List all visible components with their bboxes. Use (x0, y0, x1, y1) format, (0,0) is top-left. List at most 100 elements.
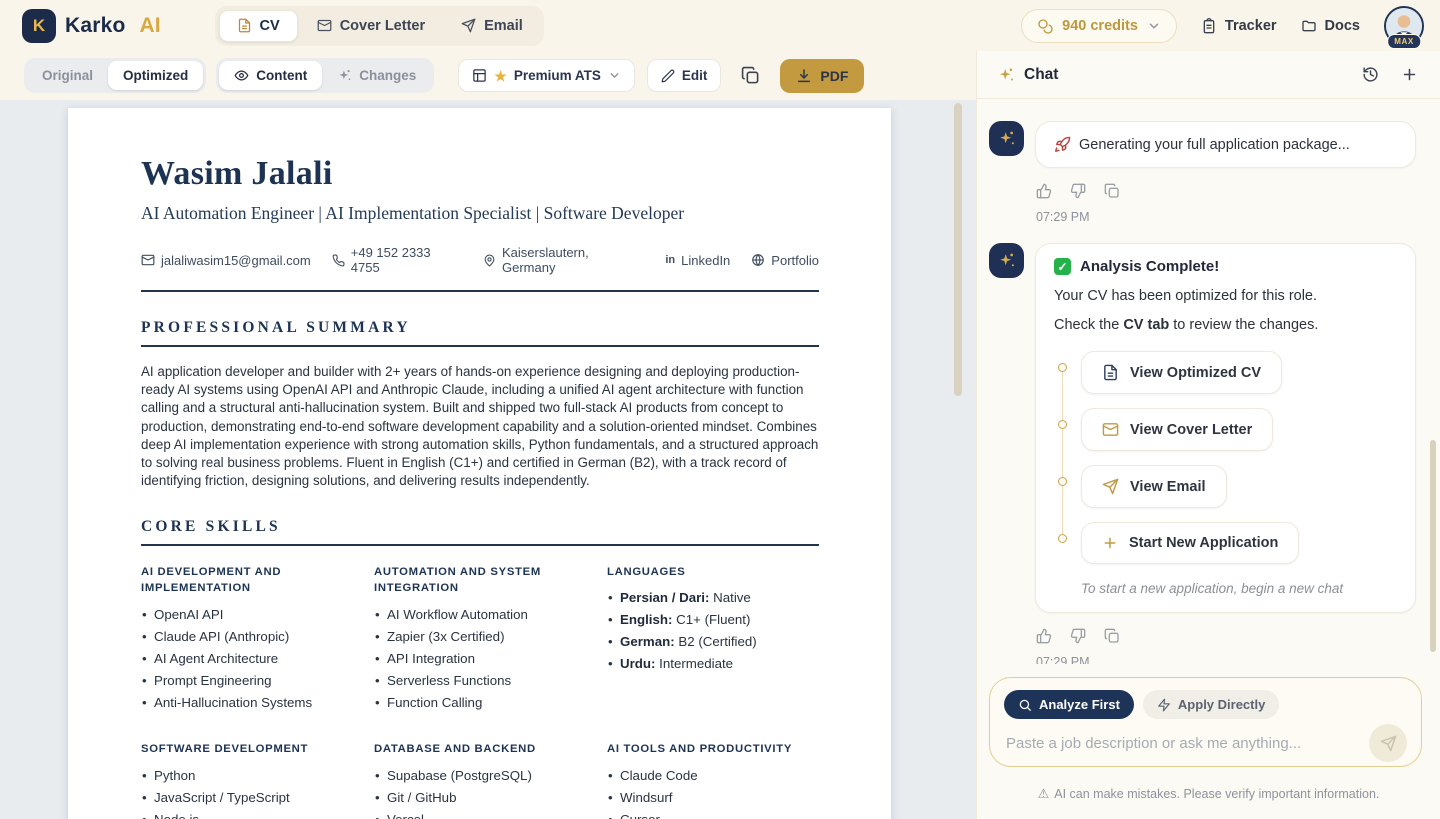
location-text: Kaiserslautern, Germany (502, 245, 644, 275)
eye-icon (234, 68, 249, 83)
toggle-optimized[interactable]: Optimized (108, 61, 203, 90)
summary-paragraph: AI application developer and builder wit… (141, 363, 819, 491)
thumbs-up-icon[interactable] (1036, 183, 1052, 199)
document-icon (1102, 364, 1119, 381)
tab-cover-letter-label: Cover Letter (340, 18, 425, 34)
document-scrollbar[interactable] (954, 103, 962, 396)
view-email-button[interactable]: View Email (1081, 465, 1227, 508)
tracker-link[interactable]: Tracker (1201, 18, 1277, 34)
chat-header: Chat (977, 51, 1440, 98)
skill-item: Python (141, 768, 374, 783)
apply-directly-button[interactable]: Apply Directly (1143, 690, 1279, 719)
ai-avatar (989, 243, 1024, 278)
thumbs-down-icon[interactable] (1070, 183, 1086, 199)
brand-accent: AI (140, 14, 161, 38)
skill-item: Zapier (3x Certified) (374, 629, 607, 644)
chevron-down-icon (608, 69, 621, 82)
send-button[interactable] (1369, 724, 1407, 762)
sparkles-icon (997, 251, 1016, 270)
docs-link[interactable]: Docs (1301, 18, 1360, 34)
chat-message: Generating your full application package… (989, 121, 1416, 168)
skill-item: Supabase (PostgreSQL) (374, 768, 607, 783)
app-header: K Karko AI CV Cover Letter Email 940 cre… (0, 0, 1440, 51)
toggle-content[interactable]: Content (219, 61, 322, 90)
download-pdf-button[interactable]: PDF (780, 59, 864, 93)
user-avatar[interactable]: MAX (1384, 6, 1424, 46)
plus-icon (1102, 535, 1118, 551)
timeline-item: View Optimized CV (1081, 351, 1397, 394)
copy-cv-button[interactable] (735, 60, 766, 91)
avatar-badge: MAX (1387, 34, 1421, 49)
button-label: View Optimized CV (1130, 365, 1261, 381)
message-timestamp: 07:29 PM (1036, 655, 1416, 664)
contact-phone: +49 152 2333 4755 (332, 245, 462, 275)
view-cover-letter-button[interactable]: View Cover Letter (1081, 408, 1273, 451)
document-viewer: Wasim Jalali AI Automation Engineer | AI… (0, 100, 976, 819)
edit-button[interactable]: Edit (647, 59, 722, 92)
email-text: jalaliwasim15@gmail.com (161, 253, 311, 268)
credits-button[interactable]: 940 credits (1021, 9, 1177, 43)
toggle-original[interactable]: Original (27, 61, 108, 90)
skill-item: Prompt Engineering (141, 673, 374, 688)
skill-item: Anti-Hallucination Systems (141, 695, 374, 710)
contact-linkedin[interactable]: LinkedIn (665, 253, 730, 268)
tab-email[interactable]: Email (444, 11, 540, 41)
tab-cover-letter[interactable]: Cover Letter (300, 11, 442, 41)
thumbs-down-icon[interactable] (1070, 628, 1086, 644)
copy-icon[interactable] (1104, 628, 1120, 644)
language-item: English: C1+ (Fluent) (607, 612, 819, 627)
new-chat-icon[interactable] (1401, 66, 1418, 83)
tracker-label: Tracker (1225, 18, 1277, 34)
brand-name: Karko (65, 14, 126, 38)
history-icon[interactable] (1362, 66, 1379, 83)
skill-item: OpenAI API (141, 607, 374, 622)
original-label: Original (42, 68, 93, 83)
document-icon (237, 18, 252, 33)
globe-icon (751, 253, 765, 267)
linkedin-text: LinkedIn (681, 253, 730, 268)
toggle-changes[interactable]: Changes (322, 61, 431, 90)
skill-group-automation: AUTOMATION AND SYSTEM INTEGRATION AI Wor… (374, 564, 607, 718)
timeline-item: View Email (1081, 465, 1397, 508)
tab-cv-label: CV (260, 18, 280, 34)
chat-input[interactable] (1004, 729, 1369, 758)
skills-heading: CORE SKILLS (141, 518, 819, 536)
timeline-dot (1058, 477, 1067, 486)
action-timeline: View Optimized CV View Cover Letter (1054, 351, 1397, 564)
copy-icon[interactable] (1104, 183, 1120, 199)
skill-group-heading: AI DEVELOPMENT AND IMPLEMENTATION (141, 564, 374, 598)
contact-portfolio[interactable]: Portfolio (751, 253, 819, 268)
tab-cv[interactable]: CV (219, 10, 298, 42)
skill-item: Claude API (Anthropic) (141, 629, 374, 644)
language-item: Persian / Dari: Native (607, 590, 819, 605)
cv-contact-row: jalaliwasim15@gmail.com +49 152 2333 475… (141, 245, 819, 275)
message-timestamp: 07:29 PM (1036, 210, 1416, 224)
disclaimer-text: AI can make mistakes. Please verify impo… (1054, 787, 1379, 801)
cv-page: Wasim Jalali AI Automation Engineer | AI… (68, 108, 891, 819)
skill-item: Git / GitHub (374, 790, 607, 805)
section-divider (141, 345, 819, 347)
chat-title: Chat (1024, 66, 1058, 84)
envelope-icon (141, 253, 155, 267)
skill-group-ai-tools: AI TOOLS AND PRODUCTIVITY Claude Code Wi… (607, 741, 819, 819)
karko-logo[interactable]: K (22, 9, 56, 43)
docs-label: Docs (1325, 18, 1360, 34)
download-icon (796, 68, 812, 84)
start-new-application-button[interactable]: Start New Application (1081, 522, 1299, 564)
pencil-icon (661, 69, 675, 83)
timeline-item: View Cover Letter (1081, 408, 1397, 451)
analyze-first-button[interactable]: Analyze First (1004, 690, 1134, 719)
view-optimized-cv-button[interactable]: View Optimized CV (1081, 351, 1282, 394)
button-label: Start New Application (1129, 535, 1278, 551)
apply-directly-label: Apply Directly (1178, 697, 1265, 712)
warning-icon: ⚠ (1038, 786, 1050, 801)
premium-ats-dropdown[interactable]: ★ Premium ATS (458, 59, 635, 92)
brand: K Karko AI (22, 9, 161, 43)
logo-letter: K (33, 16, 45, 36)
thumbs-up-icon[interactable] (1036, 628, 1052, 644)
pdf-label: PDF (820, 68, 848, 84)
check-emoji (1054, 258, 1071, 275)
layout-icon (472, 68, 487, 83)
phone-text: +49 152 2333 4755 (351, 245, 462, 275)
chat-scrollbar[interactable] (1430, 440, 1436, 652)
